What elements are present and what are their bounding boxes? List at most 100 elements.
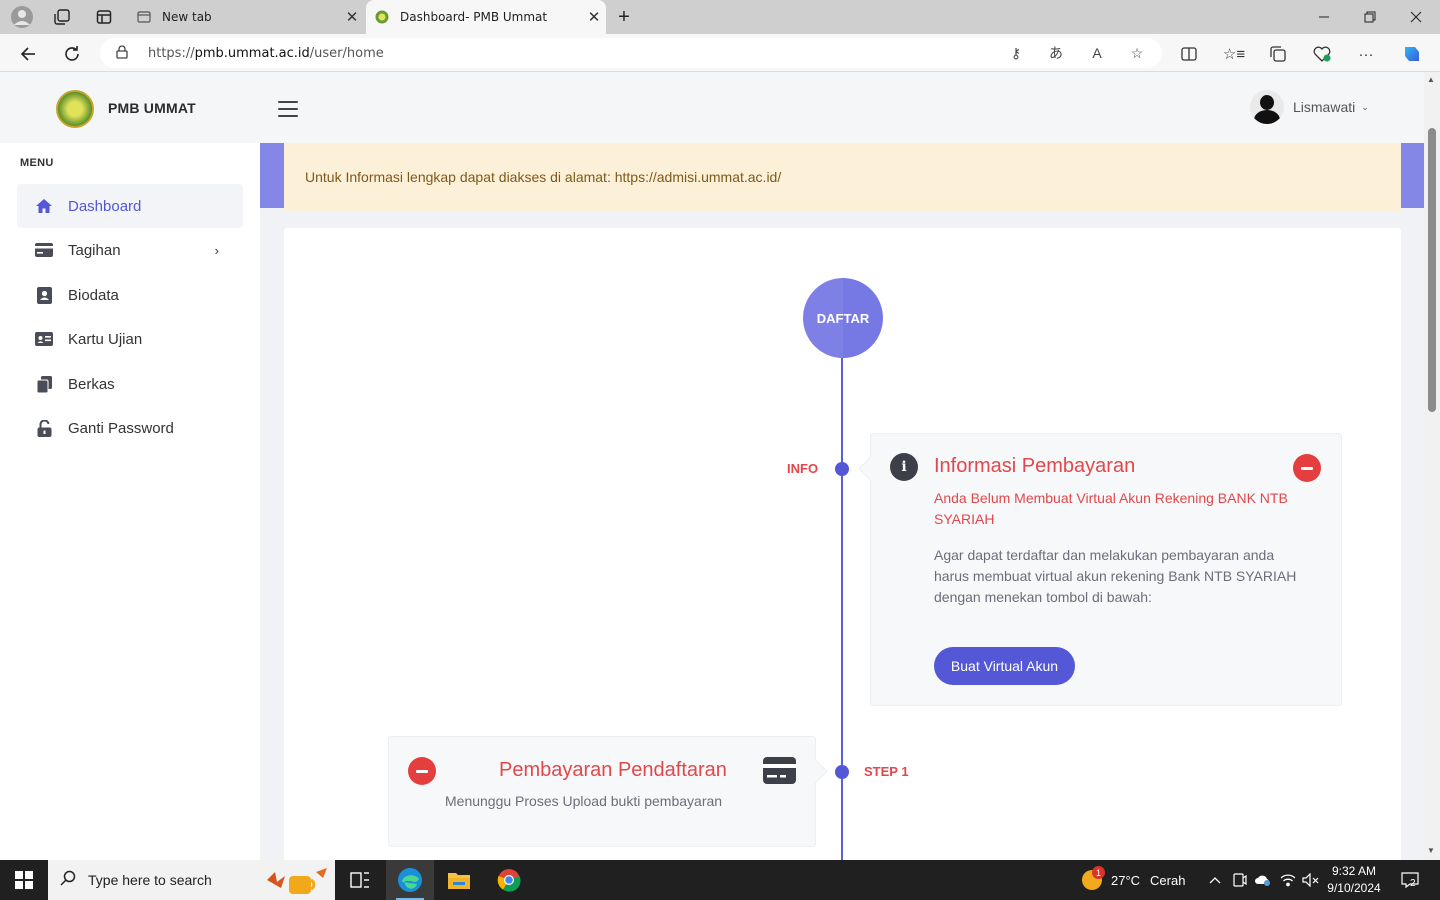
sidebar: MENU Dashboard Tagihan › Biodata Kartu U… [0, 143, 260, 860]
sidebar-item-label: Tagihan [68, 241, 121, 259]
tab-actions-icon[interactable] [92, 5, 116, 29]
taskbar-clock[interactable]: 9:32 AM 9/10/2024 [1322, 863, 1386, 897]
onedrive-icon[interactable] [1254, 860, 1272, 900]
tab-title: New tab [162, 10, 212, 24]
timeline-dot [835, 462, 849, 476]
copilot-icon[interactable] [1399, 41, 1425, 67]
sidebar-item-dashboard[interactable]: Dashboard [17, 184, 243, 228]
chrome-icon[interactable] [485, 860, 533, 900]
create-virtual-account-button[interactable]: Buat Virtual Akun [934, 647, 1075, 685]
sidebar-item-label: Berkas [68, 375, 115, 393]
scrollbar-thumb[interactable] [1428, 128, 1436, 412]
workspaces-icon[interactable] [50, 5, 74, 29]
ummat-logo[interactable] [56, 90, 94, 128]
file-explorer-icon[interactable] [435, 860, 483, 900]
weather-badge: 1 [1092, 866, 1105, 879]
translate-icon[interactable]: あ [1045, 42, 1067, 64]
top-navbar: PMB UMMAT Lismawati ⌄ [0, 72, 1424, 143]
refresh-icon[interactable] [59, 41, 85, 67]
lock-icon[interactable] [116, 44, 138, 62]
scroll-down-icon[interactable]: ▼ [1427, 846, 1435, 855]
search-placeholder: Type here to search [88, 872, 212, 888]
collapse-icon[interactable] [408, 757, 436, 785]
timeline-event-step-1: Pembayaran Pendaftaran Menunggu Proses U… [388, 736, 816, 847]
clock-time: 9:32 AM [1331, 864, 1377, 878]
close-tab-icon[interactable]: ✕ [340, 8, 364, 26]
clock-date: 9/10/2024 [1327, 881, 1381, 895]
menu-heading: MENU [20, 157, 54, 169]
windows-start-icon[interactable] [0, 860, 48, 900]
edge-taskbar-icon[interactable] [386, 860, 434, 900]
wifi-icon[interactable] [1279, 860, 1297, 900]
scroll-up-icon[interactable]: ▲ [1427, 75, 1435, 84]
sidebar-item-label: Dashboard [68, 197, 142, 215]
timeline-start-badge: DAFTAR [803, 278, 883, 358]
browser-toolbar: https://pmb.ummat.ac.id/user/home ⚷ あ A … [0, 34, 1440, 72]
info-icon: i [890, 453, 918, 481]
tab-dashboard[interactable]: Dashboard- PMB Ummat ✕ [366, 0, 606, 34]
page-scrollbar[interactable]: ▲ ▼ [1424, 72, 1440, 860]
task-view-icon[interactable] [336, 860, 384, 900]
chevron-down-icon: ⌄ [1361, 101, 1369, 112]
address-bar[interactable]: https://pmb.ummat.ac.id/user/home ⚷ あ A … [100, 38, 1162, 68]
favorites-icon[interactable]: ☆≡ [1221, 41, 1247, 67]
home-icon [35, 198, 53, 214]
close-window-icon[interactable] [1393, 0, 1439, 34]
web-page: PMB UMMAT Lismawati ⌄ MENU Dashboard Tag… [0, 72, 1440, 860]
taskbar-search[interactable]: Type here to search [48, 860, 335, 900]
weather-sun-icon: 1 [1080, 866, 1105, 892]
event-warning: Anda Belum Membuat Virtual Akun Rekening… [934, 490, 1288, 527]
event-subtitle: Menunggu Proses Upload bukti pembayaran [445, 793, 723, 809]
volume-muted-icon[interactable] [1301, 860, 1321, 900]
key-icon[interactable]: ⚷ [1005, 42, 1027, 64]
files-icon [35, 375, 53, 393]
sidebar-item-tagihan[interactable]: Tagihan › [17, 228, 243, 272]
back-icon[interactable] [15, 41, 41, 67]
read-aloud-icon[interactable]: A [1086, 42, 1108, 64]
collapse-icon[interactable] [1293, 454, 1321, 482]
minimize-icon[interactable] [1301, 0, 1347, 34]
show-hidden-icons-icon[interactable] [1207, 860, 1223, 900]
close-tab-icon[interactable]: ✕ [582, 8, 606, 26]
sidebar-item-kartu-ujian[interactable]: Kartu Ujian [17, 317, 243, 361]
contact-icon [35, 286, 53, 304]
more-options-icon[interactable]: ··· [1353, 41, 1379, 67]
tab-new-tab[interactable]: New tab ✕ [128, 0, 364, 34]
collections-icon[interactable] [1265, 41, 1291, 67]
event-title: Pembayaran Pendaftaran [499, 759, 727, 781]
event-title: Informasi Pembayaran [934, 455, 1136, 477]
sidebar-item-ganti-password[interactable]: Ganti Password [17, 406, 243, 450]
weather-widget[interactable]: 1 27°C Cerah [1080, 860, 1185, 900]
timeline-start-label: DAFTAR [816, 310, 870, 326]
lock-icon [35, 419, 53, 437]
url-text: https://pmb.ummat.ac.id/user/home [148, 45, 384, 61]
sidebar-item-biodata[interactable]: Biodata [17, 273, 243, 317]
weather-temp: 27°C [1111, 872, 1141, 888]
favorite-star-icon[interactable]: ☆ [1126, 42, 1148, 64]
credit-card-icon [35, 243, 53, 257]
hamburger-menu-icon[interactable] [278, 101, 298, 117]
header-accent [1401, 143, 1424, 208]
notification-center-icon[interactable]: 2 [1396, 860, 1424, 900]
timeline-event-info: i Informasi Pembayaran Anda Belum Membua… [870, 433, 1342, 706]
browser-tab-bar: New tab ✕ Dashboard- PMB Ummat ✕ + [0, 0, 1440, 34]
browser-essentials-icon[interactable] [1309, 41, 1335, 67]
weather-desc: Cerah [1150, 872, 1186, 888]
credit-card-icon [763, 757, 796, 784]
new-tab-plus-icon[interactable]: + [612, 5, 636, 29]
site-favicon-icon [374, 9, 390, 25]
profile-icon[interactable] [10, 5, 34, 29]
split-screen-icon[interactable] [1176, 41, 1202, 67]
meet-now-icon[interactable] [1230, 860, 1248, 900]
sidebar-item-label: Ganti Password [68, 419, 174, 437]
autumn-tea-icon [267, 868, 327, 894]
search-icon [60, 870, 80, 891]
restore-icon[interactable] [1347, 0, 1393, 34]
sidebar-item-label: Kartu Ujian [68, 330, 143, 348]
sidebar-item-berkas[interactable]: Berkas [17, 362, 243, 406]
user-menu[interactable]: Lismawati ⌄ [1250, 90, 1369, 124]
brand-name[interactable]: PMB UMMAT [108, 100, 196, 116]
windows-taskbar: Type here to search 1 27°C Cerah 9:32 AM… [0, 860, 1440, 900]
info-alert: Untuk Informasi lengkap dapat diakses di… [284, 143, 1401, 211]
event-description: Agar dapat terdaftar dan melakukan pemba… [934, 547, 1297, 605]
